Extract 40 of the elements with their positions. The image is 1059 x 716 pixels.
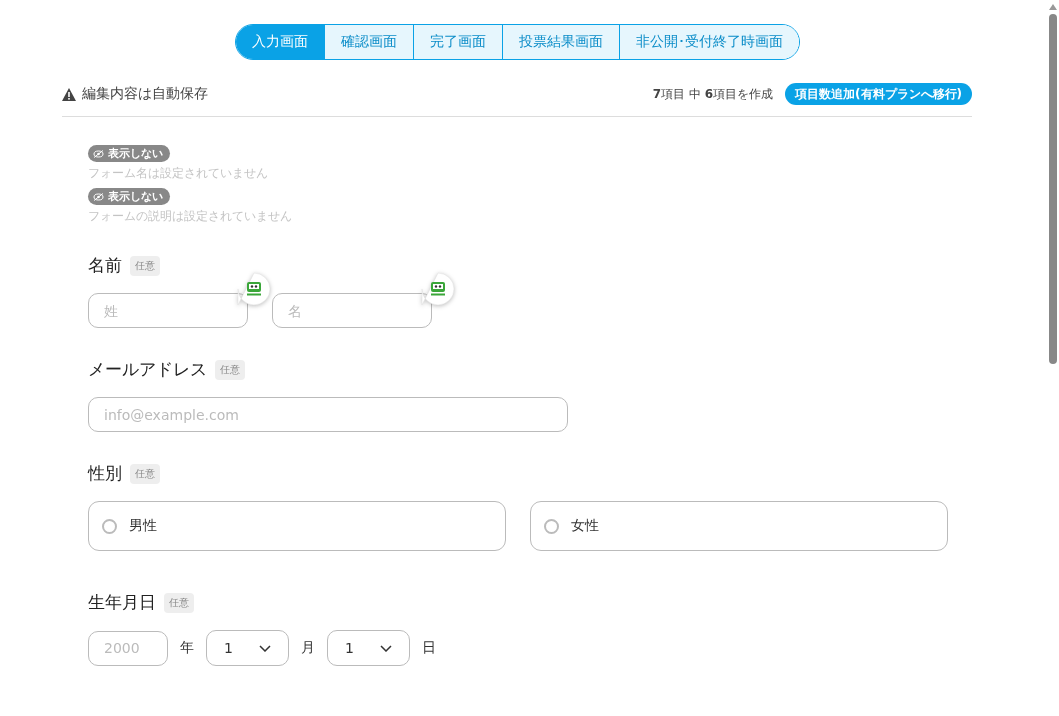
hidden-badge[interactable]: 表示しない xyxy=(88,145,170,162)
email-input-field[interactable]: info@example.com xyxy=(88,397,568,432)
screen-tab[interactable]: 非公開･受付終了時画面 xyxy=(618,25,799,59)
date-select[interactable]: 1 xyxy=(327,630,410,666)
screen-tab[interactable]: 入力画面 xyxy=(235,25,324,59)
upgrade-button[interactable]: 項目数追加(有料プランへ移行) xyxy=(785,83,972,105)
date-select[interactable]: 1 xyxy=(206,630,289,666)
date-unit: 日 xyxy=(422,639,436,657)
field-label: 性別 xyxy=(88,462,122,485)
chevron-down-icon xyxy=(380,644,392,652)
scrollbar-thumb[interactable] xyxy=(1048,14,1057,364)
screen-tab[interactable]: 投票結果画面 xyxy=(501,25,619,59)
screen-tab[interactable]: 確認画面 xyxy=(323,25,413,59)
password-manager-icon[interactable] xyxy=(420,271,456,307)
optional-badge: 任意 xyxy=(130,463,160,484)
radio-button[interactable] xyxy=(544,518,559,534)
field-label: 生年月日 xyxy=(88,591,156,614)
item-counter: 7項目 中 6項目を作成 xyxy=(652,85,774,103)
name-input-field[interactable]: 名 xyxy=(272,293,432,328)
chevron-down-icon xyxy=(259,644,271,652)
name-input-field[interactable]: 姓 xyxy=(88,293,248,328)
optional-badge: 任意 xyxy=(215,359,245,380)
field-label: 名前 xyxy=(88,254,122,277)
autosave-notice: 編集内容は自動保存 xyxy=(82,85,208,103)
screen-tab[interactable]: 完了画面 xyxy=(412,25,502,59)
radio-button[interactable] xyxy=(102,518,117,534)
year-input-field[interactable]: 2000 xyxy=(88,630,168,666)
optional-badge: 任意 xyxy=(164,592,194,613)
warning-icon xyxy=(62,87,76,101)
eye-slash-icon xyxy=(93,192,104,201)
date-unit: 年 xyxy=(180,639,194,657)
field-label: メールアドレス xyxy=(88,358,207,381)
password-manager-icon[interactable] xyxy=(236,271,272,307)
eye-slash-icon xyxy=(93,149,104,158)
optional-badge: 任意 xyxy=(130,255,160,276)
scroll-up-icon xyxy=(1048,4,1057,10)
radio-option[interactable]: 女性 xyxy=(530,501,948,551)
radio-option[interactable]: 男性 xyxy=(88,501,506,551)
date-unit: 月 xyxy=(301,639,315,657)
hidden-badge[interactable]: 表示しない xyxy=(88,188,170,205)
